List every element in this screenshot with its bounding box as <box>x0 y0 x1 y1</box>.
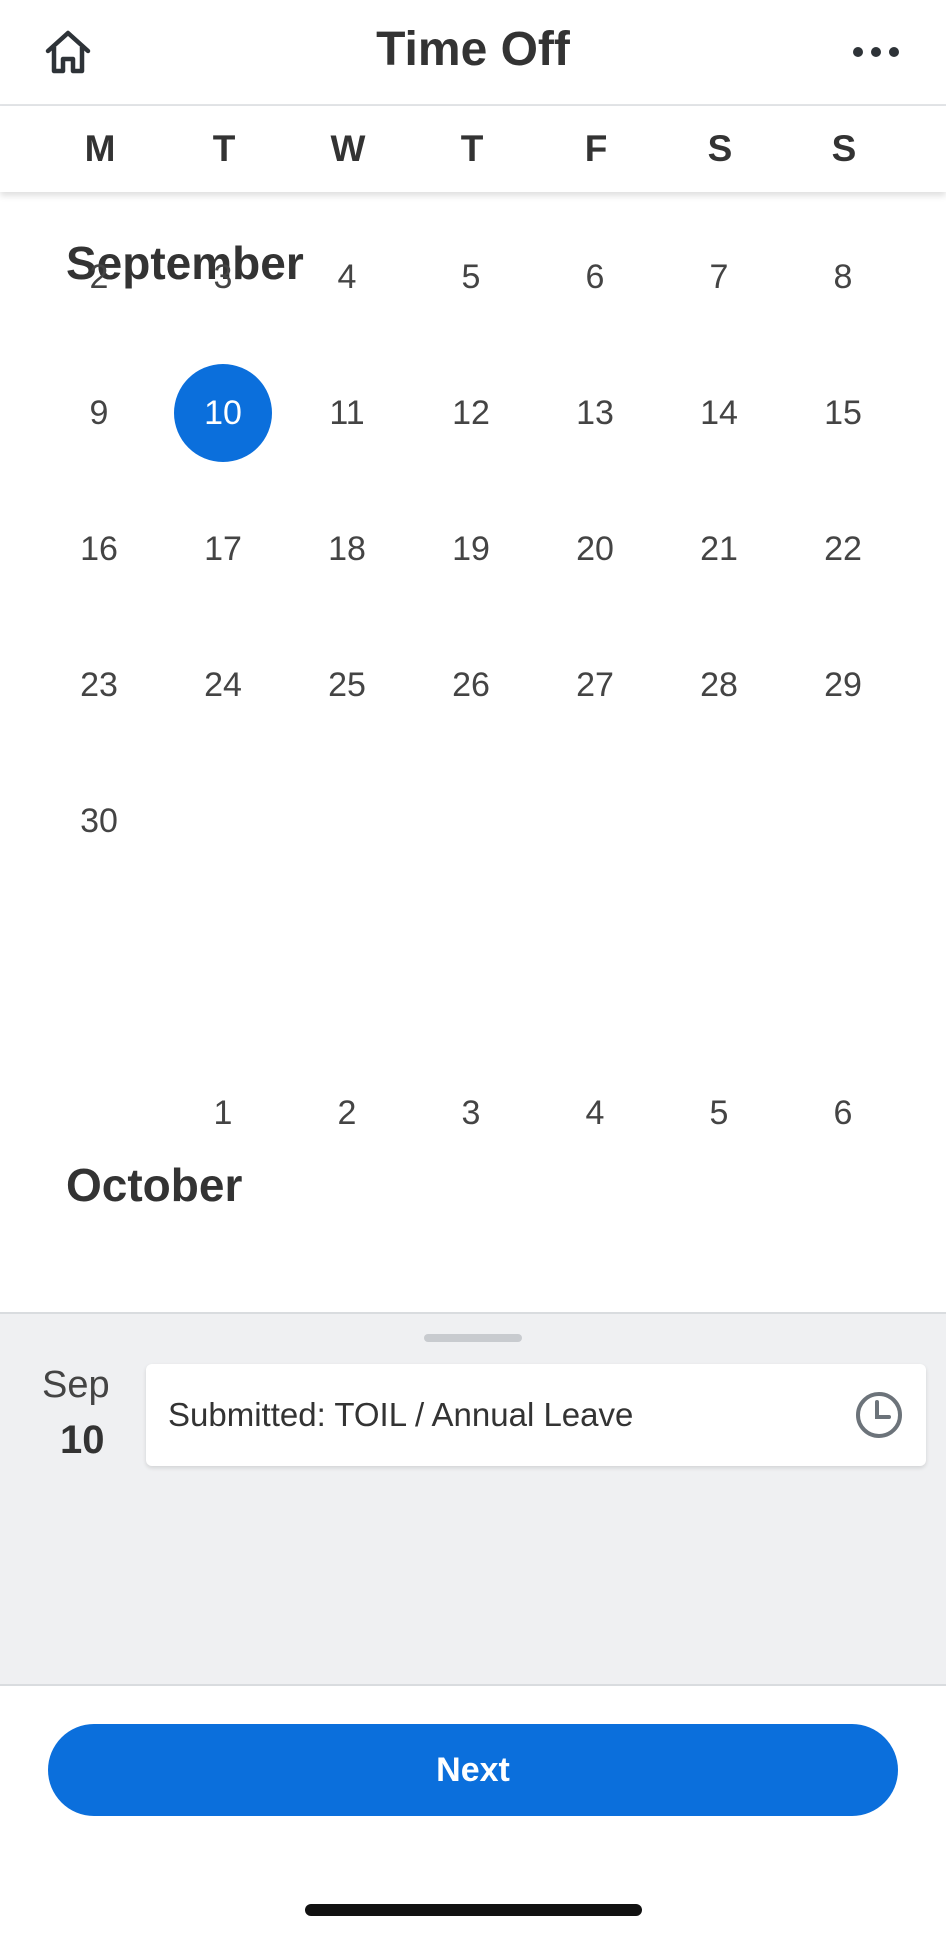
app-header: Time Off <box>0 0 946 106</box>
day-cell[interactable]: 8 <box>794 228 892 326</box>
weekday-label: T <box>212 128 236 169</box>
day-cell[interactable]: 2 <box>298 1064 396 1162</box>
weekday-label: S <box>831 128 857 169</box>
more-horizontal-icon <box>853 47 899 57</box>
weekday-label: F <box>584 128 608 169</box>
weekday-label: M <box>84 128 116 169</box>
day-cell[interactable]: 17 <box>174 500 272 598</box>
day-cell[interactable]: 5 <box>670 1064 768 1162</box>
day-cell[interactable]: 29 <box>794 636 892 734</box>
event-card[interactable]: Submitted: TOIL / Annual Leave <box>146 1364 926 1466</box>
day-cell[interactable]: 5 <box>422 228 520 326</box>
more-options-button[interactable] <box>846 34 906 70</box>
day-cell[interactable]: 19 <box>422 500 520 598</box>
day-cell[interactable]: 30 <box>50 772 148 870</box>
page-title: Time Off <box>376 23 570 76</box>
weekday-label: S <box>707 128 733 169</box>
day-cell[interactable]: 24 <box>174 636 272 734</box>
day-cell[interactable]: 16 <box>50 500 148 598</box>
day-cell[interactable]: 7 <box>670 228 768 326</box>
event-title: Submitted: TOIL / Annual Leave <box>168 1396 634 1433</box>
day-cell[interactable]: 4 <box>298 228 396 326</box>
day-cell[interactable]: 6 <box>546 228 644 326</box>
day-cell[interactable]: 20 <box>546 500 644 598</box>
weekday-label: W <box>330 128 366 169</box>
day-cell[interactable]: 22 <box>794 500 892 598</box>
day-cell[interactable]: 15 <box>794 364 892 462</box>
clock-icon <box>856 1392 902 1438</box>
next-button[interactable]: Next <box>48 1724 898 1816</box>
day-cell[interactable]: 1 <box>174 1064 272 1162</box>
day-cell[interactable]: 25 <box>298 636 396 734</box>
home-indicator <box>305 1904 642 1916</box>
day-cell[interactable]: 28 <box>670 636 768 734</box>
calendar-scroll-area[interactable]: September1234567891011121314151617181920… <box>0 192 946 1312</box>
day-cell-selected[interactable]: 10 <box>174 364 272 462</box>
day-cell[interactable]: 2 <box>50 228 148 326</box>
day-cell[interactable]: 13 <box>546 364 644 462</box>
day-cell[interactable]: 14 <box>670 364 768 462</box>
footer-bar: Next <box>0 1686 946 1934</box>
day-cell[interactable]: 6 <box>794 1064 892 1162</box>
day-cell[interactable]: 3 <box>422 1064 520 1162</box>
weekday-header: M T W T F S S <box>0 106 946 192</box>
weekday-label: T <box>460 128 484 169</box>
day-cell[interactable]: 11 <box>298 364 396 462</box>
day-cell[interactable]: 18 <box>298 500 396 598</box>
drag-handle[interactable] <box>424 1334 522 1342</box>
day-cell[interactable]: 3 <box>174 228 272 326</box>
day-cell[interactable]: 9 <box>50 364 148 462</box>
selected-date-panel: Sep 10 Submitted: TOIL / Annual Leave <box>0 1312 946 1686</box>
month-title: October <box>66 1159 243 1211</box>
day-cell[interactable]: 21 <box>670 500 768 598</box>
day-cell[interactable]: 27 <box>546 636 644 734</box>
event-date-day: 10 <box>60 1418 105 1462</box>
day-cell[interactable]: 12 <box>422 364 520 462</box>
event-date-month: Sep <box>42 1364 110 1406</box>
day-cell[interactable]: 23 <box>50 636 148 734</box>
day-cell[interactable]: 26 <box>422 636 520 734</box>
day-cell[interactable]: 4 <box>546 1064 644 1162</box>
